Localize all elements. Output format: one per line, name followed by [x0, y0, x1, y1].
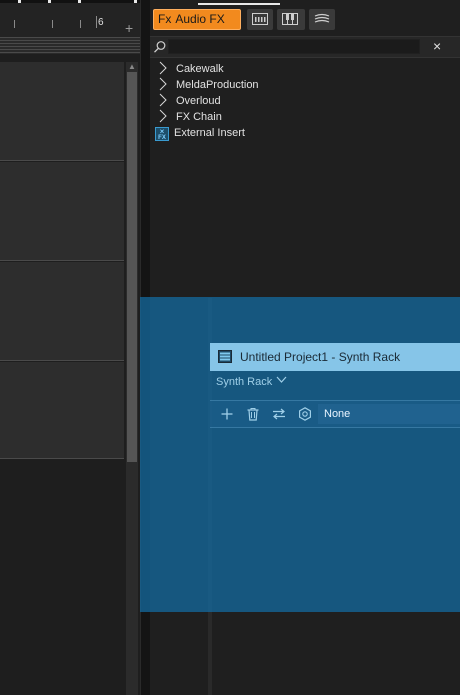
tree-folder-overloud[interactable]: Overloud [156, 93, 221, 109]
instruments-icon [282, 13, 298, 25]
tab-midi[interactable] [247, 9, 273, 30]
trash-icon[interactable] [246, 407, 260, 421]
scroll-up-arrow-icon[interactable]: ▲ [126, 62, 138, 72]
ruler-tick [80, 20, 81, 28]
swap-icon[interactable] [272, 407, 286, 421]
loops-icon [314, 13, 330, 23]
settings-icon[interactable] [298, 407, 312, 421]
tree-folder-meldaproduction[interactable]: MeldaProduction [156, 77, 259, 93]
tree-folder-cakewalk[interactable]: Cakewalk [156, 61, 224, 77]
chevron-right-icon [159, 109, 167, 123]
synth-rack-icon [218, 350, 232, 363]
ruler-bar-number: 6 [98, 17, 104, 28]
tab-instruments[interactable] [277, 9, 305, 30]
ruler-tick [14, 20, 15, 28]
active-view-indicator [198, 3, 280, 5]
scrollbar-thumb[interactable] [127, 72, 137, 462]
tree-item-label: Overloud [176, 95, 221, 107]
ruler-marker [78, 0, 81, 3]
tab-audio-fx[interactable]: Fx Audio FX [153, 9, 241, 30]
ruler-top-strip [0, 0, 140, 3]
search-icon [154, 41, 166, 53]
ruler-tick [52, 20, 53, 28]
tree-item-label: FX Chain [176, 111, 222, 123]
clear-search-button[interactable]: × [433, 38, 441, 54]
synth-rack-toolbar: None [210, 400, 460, 428]
tree-folder-fx-chain[interactable]: FX Chain [156, 109, 222, 125]
tree-plugin-external-insert[interactable]: ⨯ FX External Insert [155, 125, 245, 141]
ruler-tick [96, 16, 97, 28]
ruler-marker [134, 0, 137, 3]
search-input[interactable] [168, 39, 420, 54]
search-bar: × [150, 36, 460, 58]
track-lane[interactable] [0, 62, 124, 161]
midi-icon [252, 13, 268, 25]
track-header-strip [0, 37, 140, 54]
tree-item-label: External Insert [174, 127, 245, 139]
tab-loops[interactable] [309, 9, 335, 30]
track-lane[interactable] [0, 262, 124, 361]
instrument-selector[interactable]: None [318, 404, 460, 424]
chevron-right-icon [159, 61, 167, 75]
tree-item-label: MeldaProduction [176, 79, 259, 91]
track-lane[interactable] [0, 162, 124, 261]
synth-rack-title-bar[interactable]: Untitled Project1 - Synth Rack [210, 343, 460, 371]
add-track-button[interactable]: + [125, 20, 133, 36]
synth-rack-menu[interactable]: Synth Rack [216, 376, 287, 388]
fx-glyph-icon: Fx [158, 12, 172, 26]
fx-plugin-icon: ⨯ FX [155, 127, 169, 141]
add-icon[interactable] [220, 407, 234, 421]
ruler-marker [48, 0, 51, 3]
synth-rack-title: Untitled Project1 - Synth Rack [240, 350, 401, 364]
chevron-right-icon [159, 77, 167, 91]
synth-rack-dock-overlay: Untitled Project1 - Synth Rack Synth Rac… [140, 297, 460, 612]
track-lane[interactable] [0, 362, 124, 459]
chevron-down-icon [276, 376, 287, 383]
tab-audio-fx-label: Audio FX [175, 12, 225, 26]
ruler-marker [18, 0, 21, 3]
chevron-right-icon [159, 93, 167, 107]
timeline-ruler[interactable]: 6 + [0, 0, 140, 37]
synth-rack-menu-label: Synth Rack [216, 376, 273, 388]
vertical-scrollbar[interactable]: ▲ [126, 62, 138, 695]
fx-badge-text: FX [158, 135, 166, 141]
tree-item-label: Cakewalk [176, 63, 224, 75]
